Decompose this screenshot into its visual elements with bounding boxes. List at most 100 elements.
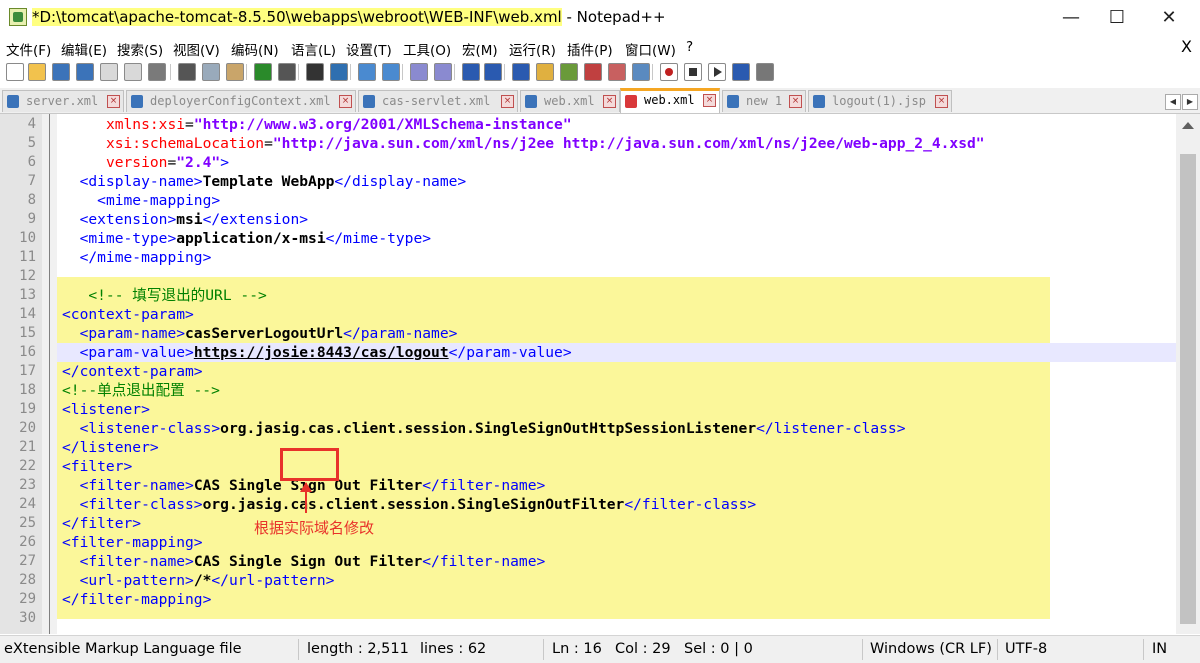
floppy-disk-icon [727,95,739,108]
line-number: 13 [19,287,36,303]
function-list-icon[interactable] [584,63,602,81]
vertical-scrollbar[interactable] [1176,114,1200,634]
line-number: 9 [27,211,36,227]
menu-item[interactable]: 编码(N) [231,39,279,59]
menu-item[interactable]: 文件(F) [6,39,51,59]
replace-icon[interactable] [330,63,348,81]
undo-icon[interactable] [254,63,272,81]
xml-tag: </param-name> [343,325,458,342]
tab-active-web-xml[interactable]: web.xml × [620,88,720,113]
status-encoding[interactable]: UTF-8 [1005,641,1047,657]
close-all-icon[interactable] [124,63,142,81]
code-editor[interactable]: 4 xmlns:xsi="http://www.w3.org/2001/XMLS… [0,114,1176,634]
line-code: </filter-mapping> [62,590,211,609]
close-document-button[interactable]: X [1181,37,1192,56]
find-icon[interactable] [306,63,324,81]
minimize-button[interactable]: — [1048,0,1094,36]
tab-logout-1-jsp[interactable]: logout(1).jsp × [808,90,952,112]
stop-macro-icon[interactable] [684,63,702,81]
redo-icon[interactable] [278,63,296,81]
tab-close-icon[interactable]: × [935,95,948,108]
play-macro-icon[interactable] [708,63,726,81]
status-separator [543,639,544,660]
udl-icon[interactable] [536,63,554,81]
menu-item[interactable]: 搜索(S) [117,39,163,59]
sync-horizontal-icon[interactable] [434,63,452,81]
tab-server-xml[interactable]: server.xml × [2,90,124,112]
tab-deployerconfigcontext-xml[interactable]: deployerConfigContext.xml × [126,90,356,112]
menu-item[interactable]: 视图(V) [173,39,220,59]
zoom-in-icon[interactable] [358,63,376,81]
paste-icon[interactable] [226,63,244,81]
menu-item[interactable]: ? [686,39,693,55]
toolbar-separator [402,64,403,80]
xml-tag: </filter-name> [422,477,546,494]
status-eol[interactable]: Windows (CR LF) [870,641,992,657]
xml-tag: </mime-type> [325,230,432,247]
line-code: <filter-class>org.jasig.cas.client.sessi… [62,495,757,514]
menu-item[interactable]: 工具(O) [403,39,451,59]
run-macro-multiple-icon[interactable] [732,63,750,81]
tab-new-1[interactable]: new 1 × [722,90,806,112]
toolbar-separator [246,64,247,80]
line-number: 11 [19,249,36,265]
status-separator [1143,639,1144,660]
word-wrap-icon[interactable] [462,63,480,81]
folder-workspace-icon[interactable] [608,63,626,81]
tab-close-icon[interactable]: × [603,95,616,108]
monitoring-icon[interactable] [632,63,650,81]
menu-item[interactable]: 窗口(W) [625,39,676,59]
tab-scroll-left-icon[interactable]: ◀ [1165,94,1181,110]
new-file-icon[interactable] [6,63,24,81]
notepad-plus-plus-app-icon[interactable] [9,8,27,26]
tab-close-icon[interactable]: × [501,95,514,108]
print-icon[interactable] [148,63,166,81]
xml-attribute: xsi:schemaLocation [105,135,265,152]
show-all-chars-icon[interactable] [484,63,502,81]
menu-item[interactable]: 宏(M) [462,39,498,59]
status-line-number: Ln : 16 [552,641,602,657]
line-number: 7 [27,173,36,189]
tab-close-icon[interactable]: × [789,95,802,108]
menu-item[interactable]: 编辑(E) [61,39,107,59]
status-separator [862,639,863,660]
save-all-icon[interactable] [76,63,94,81]
scroll-up-icon[interactable] [1182,122,1194,129]
tab-close-icon[interactable]: × [339,95,352,108]
code-line: 21 </listener> [0,438,1176,457]
tab-close-icon[interactable]: × [703,94,716,107]
open-file-icon[interactable] [28,63,46,81]
menu-item[interactable]: 设置(T) [346,39,392,59]
cut-icon[interactable] [178,63,196,81]
save-macro-icon[interactable] [756,63,774,81]
close-icon[interactable] [100,63,118,81]
scrollbar-thumb[interactable] [1180,154,1196,624]
record-macro-icon[interactable] [660,63,678,81]
tab-close-icon[interactable]: × [107,95,120,108]
maximize-button[interactable]: ☐ [1094,0,1140,36]
doc-map-icon[interactable] [560,63,578,81]
copy-icon[interactable] [202,63,220,81]
status-insert-mode[interactable]: IN [1152,641,1167,657]
xml-tag: </param-value> [448,344,572,361]
indent-guide-icon[interactable] [512,63,530,81]
close-window-button[interactable]: ✕ [1146,0,1192,36]
menu-item[interactable]: 运行(R) [509,39,556,59]
zoom-out-icon[interactable] [382,63,400,81]
tab-web-xml[interactable]: web.xml × [520,90,620,112]
menu-item[interactable]: 语言(L) [291,39,336,59]
floppy-disk-icon [131,95,143,108]
line-code: <filter-name>CAS Single Sign Out Filter<… [62,552,546,571]
xml-tag: </listener> [62,439,159,456]
annotation-highlight-box [280,448,339,481]
xml-text: Template WebApp [202,173,335,190]
tab-scroll-right-icon[interactable]: ▶ [1182,94,1198,110]
tab-cas-servlet-xml[interactable]: cas-servlet.xml × [358,90,518,112]
sync-vertical-icon[interactable] [410,63,428,81]
save-icon[interactable] [52,63,70,81]
menu-item[interactable]: 插件(P) [567,39,613,59]
line-code: <mime-type>application/x-msi</mime-type> [62,229,431,248]
